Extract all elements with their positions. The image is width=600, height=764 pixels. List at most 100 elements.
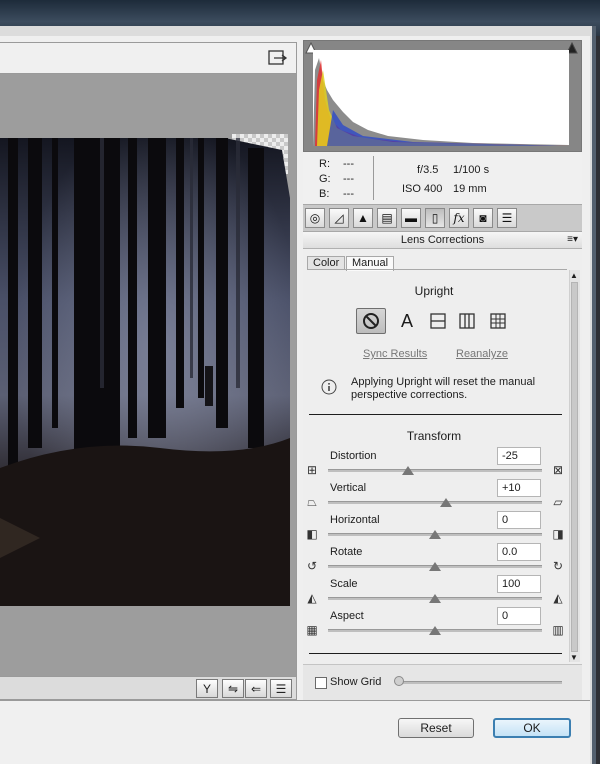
horizontal-value-field[interactable]: 0 [497, 511, 541, 529]
panel-scrollbar-thumb[interactable] [571, 282, 578, 652]
upright-level-button[interactable] [423, 308, 453, 334]
tab-presets[interactable]: ☰ [497, 208, 517, 228]
scale-slider-thumb[interactable] [429, 594, 441, 603]
transform-heading: Transform [406, 429, 462, 443]
distortion-label: Distortion [330, 450, 377, 462]
guided-upright-icon: Y [202, 681, 211, 696]
hsl-icon: ▤ [381, 211, 393, 225]
tab-hsl[interactable]: ▤ [377, 208, 397, 228]
aspect-label: Aspect [330, 610, 364, 622]
guided-upright-tool-button[interactable]: Y [196, 679, 218, 698]
show-grid-label: Show Grid [330, 676, 382, 688]
mountain-icon: ▲ [357, 211, 369, 225]
upright-heading: Upright [414, 284, 454, 298]
reanalyze-link[interactable]: Reanalyze [456, 348, 508, 360]
tab-split-toning[interactable]: ▬ [401, 208, 421, 228]
reset-button[interactable]: Reset [398, 718, 474, 738]
aspect-slider-thumb[interactable] [429, 626, 441, 635]
tab-camera-calibration[interactable]: ◙ [473, 208, 493, 228]
grid-size-slider[interactable] [398, 681, 562, 684]
auto-a-icon: A [400, 310, 413, 331]
panel-bottom-bar: Show Grid [303, 664, 582, 700]
scale-value-field[interactable]: 100 [497, 575, 541, 593]
upright-off-button[interactable] [356, 308, 386, 334]
aperture-icon: ◎ [309, 211, 321, 225]
tab-basic[interactable]: ◎ [305, 208, 325, 228]
rotate-label: Rotate [330, 546, 363, 558]
camera-icon: ◙ [479, 211, 487, 225]
subtab-divider [307, 269, 567, 270]
camera-info: R: --- G: --- B: --- f/3.5 1/100 s ISO 4… [303, 152, 582, 204]
aspect-max-icon: ▥ [552, 623, 564, 637]
panel-tabs: ◎ ◿ ▲ ▤ ▬ ▯ fx ◙ ☰ [303, 204, 582, 232]
scroll-down-icon[interactable]: ▼ [570, 653, 578, 662]
panel-title-text: Lens Corrections [400, 234, 485, 246]
aperture: f/3.5 [417, 164, 439, 176]
distortion-min-icon: ⊞ [306, 463, 318, 477]
sync-results-link[interactable]: Sync Results [363, 348, 427, 360]
copy-settings-button[interactable]: ⇐ [245, 679, 267, 698]
g-value: --- [343, 173, 354, 185]
horizontal-max-icon: ◨ [552, 527, 564, 541]
divider [309, 414, 562, 415]
preview-toolbar [0, 42, 297, 74]
upright-auto-button[interactable]: A [392, 308, 422, 334]
iso: ISO 400 [402, 183, 443, 195]
horizontal-min-icon: ◧ [306, 527, 318, 541]
b-value: --- [343, 188, 354, 200]
distortion-value-field[interactable]: -25 [497, 447, 541, 465]
distortion-slider-thumb[interactable] [402, 466, 415, 475]
swap-icon: ⇋ [227, 681, 239, 696]
focal-length: 19 mm [453, 183, 487, 195]
vertical-max-icon: ⏥ [553, 495, 563, 509]
vertical-slider[interactable] [328, 501, 542, 504]
rotate-max-icon: ↻ [552, 559, 564, 573]
vertical-min-icon: ⏢ [307, 495, 317, 509]
upright-note: Applying Upright will reset the manual p… [351, 376, 536, 401]
distortion-slider[interactable] [328, 469, 542, 472]
rotate-min-icon: ↺ [306, 559, 318, 573]
vertical-value-field[interactable]: +10 [497, 479, 541, 497]
no-entry-icon [363, 313, 379, 329]
swap-before-after-button[interactable]: ⇋ [222, 679, 244, 698]
preview-preferences-button[interactable]: ☰ [270, 679, 292, 698]
histogram-plot [313, 50, 569, 146]
tab-lens-corrections[interactable]: ▯ [425, 208, 445, 228]
distortion-max-icon: ⊠ [552, 463, 564, 477]
sliders-icon: ☰ [275, 681, 287, 696]
scale-label: Scale [330, 578, 358, 590]
arrow-left-icon: ⇐ [250, 681, 262, 696]
scale-max-icon: ◭ [553, 591, 563, 605]
curve-icon: ◿ [334, 211, 344, 225]
tab-tone-curve[interactable]: ◿ [329, 208, 349, 228]
panel-title: Lens Corrections ≡▾ [303, 232, 582, 249]
vertical-label: Vertical [330, 482, 367, 494]
upright-full-button[interactable] [483, 308, 513, 334]
shutter-speed: 1/100 s [453, 164, 490, 176]
r-value: --- [343, 158, 354, 170]
rotate-value-field[interactable]: 0.0 [497, 543, 541, 561]
horizontal-slider-thumb[interactable] [429, 530, 441, 539]
tab-color[interactable]: Color [307, 256, 346, 270]
level-icon [430, 313, 446, 329]
toggle-fullscreen-button[interactable] [266, 49, 288, 67]
horizontal-label: Horizontal [330, 514, 380, 526]
tab-effects[interactable]: fx [449, 208, 469, 228]
panel-menu-icon[interactable]: ≡▾ [567, 232, 578, 248]
scroll-up-icon[interactable]: ▲ [570, 271, 578, 280]
aspect-value-field[interactable]: 0 [497, 607, 541, 625]
tab-detail[interactable]: ▲ [353, 208, 373, 228]
lens-icon: ▯ [431, 211, 439, 225]
vertical-icon [459, 313, 475, 329]
forest-photo [0, 138, 290, 606]
ok-button[interactable]: OK [493, 718, 571, 738]
scale-min-icon: ◭ [307, 591, 317, 605]
grid-size-thumb[interactable] [394, 676, 404, 686]
image-preview[interactable] [0, 74, 297, 676]
rotate-slider-thumb[interactable] [429, 562, 441, 571]
vertical-slider-thumb[interactable] [439, 498, 452, 507]
divider [309, 653, 562, 654]
upright-vertical-button[interactable] [452, 308, 482, 334]
grid-icon [490, 313, 506, 329]
show-grid-checkbox[interactable] [315, 677, 327, 689]
